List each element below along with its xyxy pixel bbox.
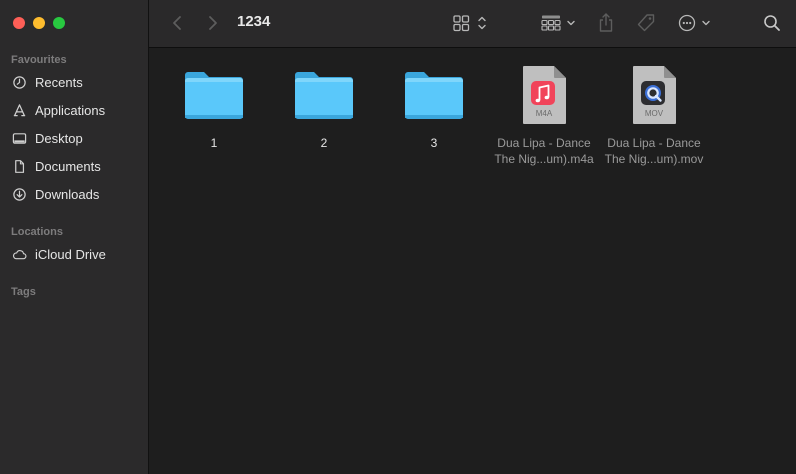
share-icon [599,13,613,32]
sidebar-item-label: Documents [35,158,101,174]
file-name: 3 [430,136,438,150]
file-item-folder-3[interactable]: 3 [379,62,489,151]
music-note-icon [531,81,555,105]
forward-chevron-icon[interactable] [205,12,221,34]
sidebar-item-icloud-drive[interactable]: iCloud Drive [11,243,143,265]
cloud-icon [11,247,27,262]
sidebar-item-recents[interactable]: Recents [11,71,143,93]
sidebar-item-label: Recents [35,74,83,90]
close-window-button[interactable] [13,17,25,29]
share-button[interactable] [595,12,617,34]
file-item-folder-2[interactable]: 2 [269,62,379,151]
sidebar-item-label: iCloud Drive [35,246,106,262]
sidebar-item-downloads[interactable]: Downloads [11,183,143,205]
grid-view-icon [453,15,486,32]
clock-icon [11,75,27,90]
file-item-folder-1[interactable]: 1 [159,62,269,151]
sidebar-section-tags: Tags [11,286,36,298]
file-name: Dua Lipa - Dance The Nig...um).mov [599,135,709,167]
sidebar-item-label: Applications [35,102,106,118]
sidebar-item-documents[interactable]: Documents [11,155,143,177]
file-name: 2 [320,136,328,150]
finder-window: Favourites Recents Applications Desktop … [0,0,796,474]
folder-icon [159,62,269,128]
file-name-line-2: The Nig...um).mov [604,152,704,166]
file-name-line-2: The Nig...um).m4a [494,152,594,166]
group-by-icon [541,15,575,31]
window-controls [13,17,65,29]
file-name-line-1: Dua Lipa - Dance [607,136,701,150]
file-type-badge: MOV [645,109,664,118]
sidebar-item-label: Desktop [35,130,83,146]
sidebar-section-favourites: Favourites [11,54,67,66]
file-item-m4a[interactable]: M4A Dua Lipa - Dance The Nig...um).m4a [489,62,599,167]
window-title: 1234 [237,13,271,30]
sidebar-item-label: Downloads [35,186,100,202]
tag-button[interactable] [634,12,658,34]
search-icon [764,15,780,31]
zoom-window-button[interactable] [53,17,65,29]
minimize-window-button[interactable] [33,17,45,29]
file-name: 1 [210,136,218,150]
back-chevron-icon[interactable] [169,12,185,34]
download-icon [11,187,27,202]
audio-file-icon: M4A [489,62,599,128]
file-item-mov[interactable]: MOV Dua Lipa - Dance The Nig...um).mov [599,62,709,167]
content-area: 1234 1 2 3 M4A Dua Lipa - Dance The Nig.… [149,0,796,474]
file-name: Dua Lipa - Dance The Nig...um).m4a [489,135,599,167]
more-actions-icon [678,14,710,32]
search-button[interactable] [761,12,783,34]
folder-icon [269,62,379,128]
file-type-badge: M4A [536,109,553,118]
desktop-icon [11,131,27,146]
sidebar-item-desktop[interactable]: Desktop [11,127,143,149]
more-actions-button[interactable] [677,12,715,34]
group-by-button[interactable] [540,12,578,34]
file-name-line-1: Dua Lipa - Dance [497,136,591,150]
video-file-icon: MOV [599,62,709,128]
toolbar: 1234 [149,0,796,48]
folder-icon [379,62,489,128]
document-icon [11,159,27,174]
tag-icon [637,14,655,32]
sidebar-item-applications[interactable]: Applications [11,99,143,121]
sidebar-section-locations: Locations [11,226,63,238]
sidebar: Favourites Recents Applications Desktop … [0,0,149,474]
applications-icon [11,103,27,118]
view-mode-button[interactable] [452,12,490,34]
